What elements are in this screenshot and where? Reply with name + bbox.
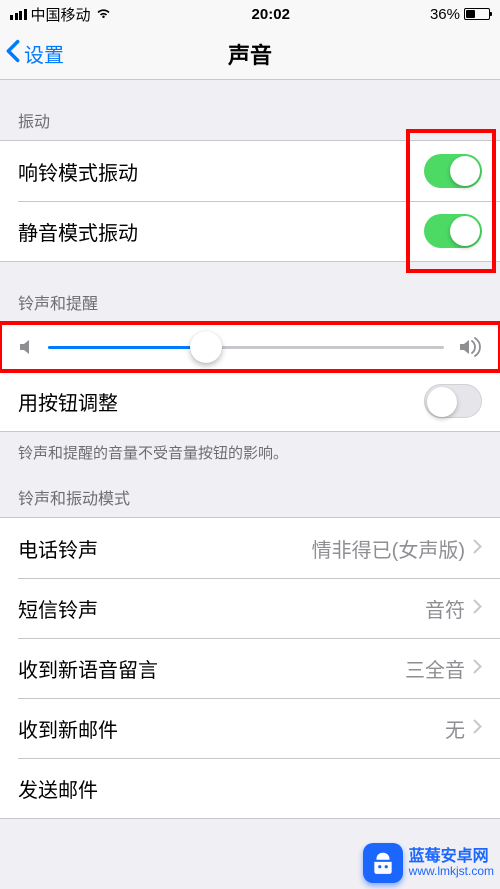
text-tone-label: 短信铃声 <box>18 594 425 623</box>
battery-icon <box>464 8 490 20</box>
signal-icon <box>10 9 27 20</box>
nav-bar: 设置 声音 <box>0 28 500 80</box>
volume-slider[interactable] <box>48 346 444 349</box>
ringtone-value: 情非得已(女声版) <box>312 534 465 563</box>
status-bar: 中国移动 20:02 36% <box>0 0 500 28</box>
status-right: 36% <box>430 6 490 23</box>
vibration-group: 响铃模式振动 静音模式振动 <box>0 140 500 262</box>
button-adjust-cell[interactable]: 用按钮调整 <box>0 371 500 431</box>
volume-slider-thumb[interactable] <box>190 331 222 363</box>
volume-low-icon <box>18 338 34 356</box>
ring-vibrate-cell[interactable]: 响铃模式振动 <box>0 141 500 201</box>
wifi-icon <box>95 6 112 23</box>
silent-vibrate-cell[interactable]: 静音模式振动 <box>0 201 500 261</box>
watermark-name: 蓝莓安卓网 <box>409 848 494 866</box>
volume-high-icon <box>458 337 482 357</box>
silent-vibrate-label: 静音模式振动 <box>18 217 424 246</box>
status-left: 中国移动 <box>10 4 112 25</box>
ringtone-cell[interactable]: 电话铃声 情非得已(女声版) <box>0 518 500 578</box>
chevron-right-icon <box>473 597 482 620</box>
new-voicemail-value: 三全音 <box>405 654 465 683</box>
page-title: 声音 <box>0 38 500 70</box>
section-header-ringtone-pattern: 铃声和振动模式 <box>0 463 500 517</box>
chevron-right-icon <box>473 657 482 680</box>
chevron-right-icon <box>473 537 482 560</box>
send-mail-label: 发送邮件 <box>18 774 482 803</box>
button-adjust-footer: 铃声和提醒的音量不受音量按钮的影响。 <box>0 432 500 463</box>
section-header-ringtone-reminder: 铃声和提醒 <box>0 262 500 322</box>
new-mail-value: 无 <box>445 714 465 743</box>
new-voicemail-cell[interactable]: 收到新语音留言 三全音 <box>0 638 500 698</box>
back-button[interactable]: 设置 <box>0 39 64 69</box>
new-mail-label: 收到新邮件 <box>18 714 445 743</box>
battery-pct: 36% <box>430 6 460 23</box>
status-time: 20:02 <box>252 6 290 23</box>
chevron-left-icon <box>6 39 20 69</box>
back-label: 设置 <box>24 39 64 68</box>
section-header-vibration: 振动 <box>0 80 500 140</box>
text-tone-value: 音符 <box>425 594 465 623</box>
button-adjust-label: 用按钮调整 <box>18 387 424 416</box>
new-mail-cell[interactable]: 收到新邮件 无 <box>0 698 500 758</box>
ring-vibrate-toggle[interactable] <box>424 154 482 188</box>
volume-slider-cell[interactable] <box>0 323 500 371</box>
ringtone-label: 电话铃声 <box>18 534 312 563</box>
send-mail-cell[interactable]: 发送邮件 <box>0 758 500 818</box>
ringtone-reminder-group: 用按钮调整 <box>0 322 500 432</box>
ring-vibrate-label: 响铃模式振动 <box>18 157 424 186</box>
watermark: 蓝莓安卓网 www.lmkjst.com <box>363 843 494 883</box>
watermark-url: www.lmkjst.com <box>409 865 494 878</box>
watermark-icon <box>363 843 403 883</box>
new-voicemail-label: 收到新语音留言 <box>18 654 405 683</box>
ringtone-pattern-group: 电话铃声 情非得已(女声版) 短信铃声 音符 收到新语音留言 三全音 收到新邮件… <box>0 517 500 819</box>
button-adjust-toggle[interactable] <box>424 384 482 418</box>
silent-vibrate-toggle[interactable] <box>424 214 482 248</box>
carrier-label: 中国移动 <box>31 4 91 25</box>
chevron-right-icon <box>473 717 482 740</box>
text-tone-cell[interactable]: 短信铃声 音符 <box>0 578 500 638</box>
